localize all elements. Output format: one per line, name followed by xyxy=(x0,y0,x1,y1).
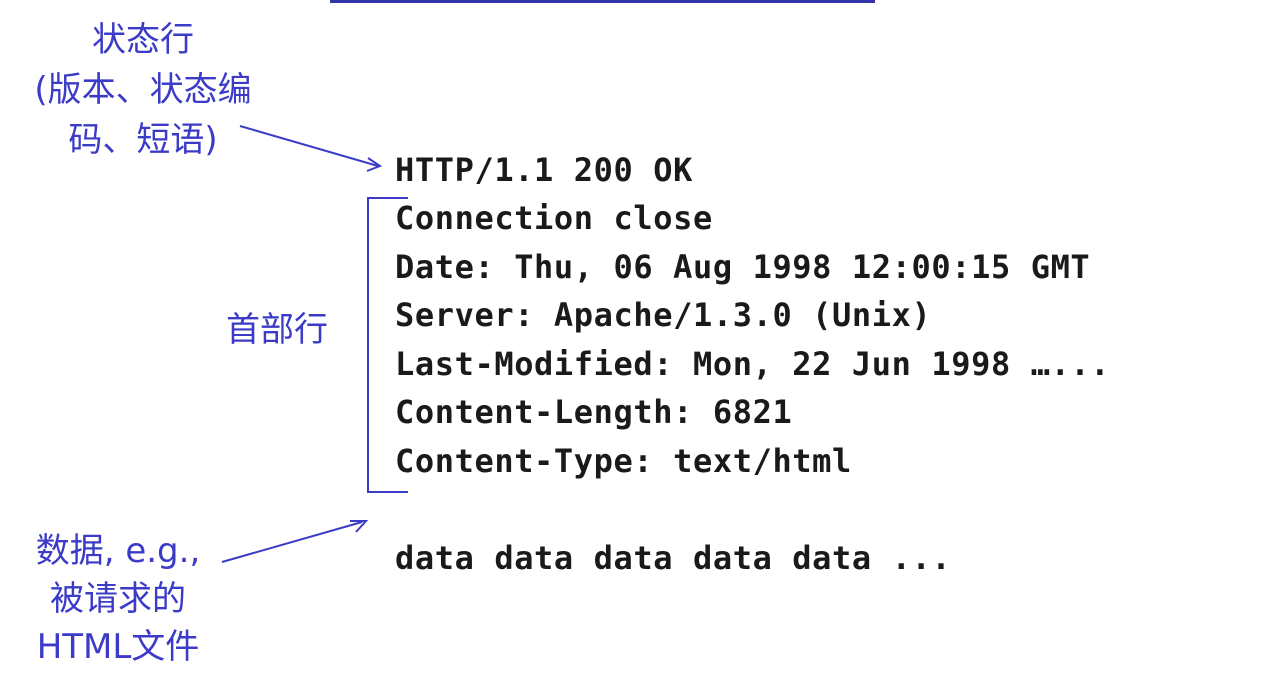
annotation-graphics xyxy=(221,125,408,563)
header-bracket xyxy=(367,197,408,493)
status-line-arrow xyxy=(239,125,379,167)
data-arrow xyxy=(221,521,363,563)
